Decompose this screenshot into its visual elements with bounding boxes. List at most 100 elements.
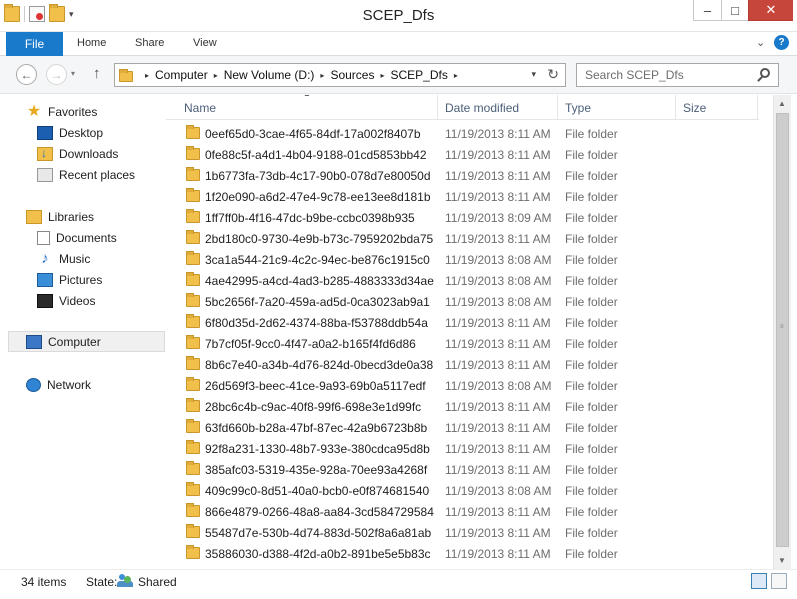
column-header-date-modified[interactable]: Date modified bbox=[438, 95, 558, 120]
vertical-scrollbar[interactable]: ▲ ≡ ▼ bbox=[773, 95, 791, 569]
address-bar[interactable]: ▸ Computer ▸ New Volume (D:) ▸ Sources ▸… bbox=[114, 63, 566, 87]
folder-icon bbox=[186, 461, 200, 475]
file-type: File folder bbox=[565, 547, 618, 561]
breadcrumb-separator[interactable]: ▸ bbox=[145, 71, 149, 80]
breadcrumb-separator[interactable]: ▸ bbox=[320, 71, 324, 80]
breadcrumb-sources[interactable]: Sources bbox=[330, 68, 374, 82]
tab-view[interactable]: View bbox=[193, 37, 217, 49]
maximize-button[interactable]: □ bbox=[721, 0, 748, 21]
table-row[interactable]: 3ca1a544-21c9-4c2c-94ec-be876c1915c0 11/1… bbox=[166, 249, 759, 270]
folder-icon bbox=[186, 503, 200, 517]
file-name: 26d569f3-beec-41ce-9a93-69b0a5117edf bbox=[205, 379, 426, 393]
tab-home[interactable]: Home bbox=[77, 37, 106, 49]
file-date-modified: 11/19/2013 8:11 AM bbox=[445, 127, 551, 141]
desktop-icon bbox=[37, 125, 53, 140]
table-row[interactable]: 63fd660b-b28a-47bf-87ec-42a9b6723b8b 11/1… bbox=[166, 417, 759, 438]
table-row[interactable]: 55487d7e-530b-4d74-883d-502f8a6a81ab 11/1… bbox=[166, 522, 759, 543]
nav-computer[interactable]: Computer bbox=[8, 331, 165, 352]
table-row[interactable]: 4ae42995-a4cd-4ad3-b285-4883333d34ae 11/1… bbox=[166, 270, 759, 291]
table-row[interactable]: 0fe88c5f-a4d1-4b04-9188-01cd5853bb42 11/1… bbox=[166, 144, 759, 165]
table-row[interactable]: 7b7cf05f-9cc0-4f47-a0a2-b165f4fd6d86 11/1… bbox=[166, 333, 759, 354]
table-row[interactable]: 1ff7ff0b-4f16-47dc-b9be-ccbc0398b935 11/1… bbox=[166, 207, 759, 228]
breadcrumb-new-volume[interactable]: New Volume (D:) bbox=[224, 68, 315, 82]
close-button[interactable]: ✕ bbox=[748, 0, 793, 21]
scroll-up-icon[interactable]: ▲ bbox=[778, 99, 786, 108]
expand-ribbon-icon[interactable]: ⌄ bbox=[756, 36, 765, 49]
table-row[interactable]: 28bc6c4b-c9ac-40f8-99f6-698e3e1d99fc 11/1… bbox=[166, 396, 759, 417]
table-row[interactable]: 1f20e090-a6d2-47e4-9c78-ee13ee8d181b 11/1… bbox=[166, 186, 759, 207]
nav-favorites[interactable]: ★ Favorites bbox=[26, 101, 98, 122]
folder-icon bbox=[186, 146, 200, 160]
file-type: File folder bbox=[565, 442, 618, 456]
table-row[interactable]: 866e4879-0266-48a8-aa84-3cd584729584 11/1… bbox=[166, 501, 759, 522]
search-box[interactable] bbox=[576, 63, 779, 87]
file-name: 5bc2656f-7a20-459a-ad5d-0ca3023ab9a1 bbox=[205, 295, 430, 309]
table-row[interactable]: 5bc2656f-7a20-459a-ad5d-0ca3023ab9a1 11/1… bbox=[166, 291, 759, 312]
file-name: 385afc03-5319-435e-928a-70ee93a4268f bbox=[205, 463, 428, 477]
nav-music[interactable]: ♪ Music bbox=[37, 248, 90, 269]
folder-icon bbox=[186, 545, 200, 559]
search-icon[interactable] bbox=[760, 68, 770, 78]
folder-icon bbox=[186, 293, 200, 307]
breadcrumb-computer[interactable]: Computer bbox=[155, 68, 208, 82]
table-row[interactable]: 385afc03-5319-435e-928a-70ee93a4268f 11/1… bbox=[166, 459, 759, 480]
refresh-icon[interactable]: ↻ bbox=[547, 66, 559, 83]
recent-locations-icon[interactable]: ▾ bbox=[71, 69, 75, 78]
file-date-modified: 11/19/2013 8:11 AM bbox=[445, 169, 551, 183]
back-button[interactable]: ← bbox=[16, 64, 37, 85]
nav-desktop[interactable]: Desktop bbox=[37, 122, 103, 143]
file-type: File folder bbox=[565, 337, 618, 351]
folder-icon bbox=[186, 167, 200, 181]
breadcrumb-separator[interactable]: ▸ bbox=[214, 71, 218, 80]
tab-file[interactable]: File bbox=[6, 32, 63, 56]
file-name: 1f20e090-a6d2-47e4-9c78-ee13ee8d181b bbox=[205, 190, 431, 204]
table-row[interactable]: 92f8a231-1330-48b7-933e-380cdca95d8b 11/1… bbox=[166, 438, 759, 459]
file-date-modified: 11/19/2013 8:11 AM bbox=[445, 442, 551, 456]
file-date-modified: 11/19/2013 8:11 AM bbox=[445, 463, 551, 477]
address-dropdown-icon[interactable]: ▾ bbox=[531, 69, 536, 80]
navigation-bar: ← → ▾ ↑ ▸ Computer ▸ New Volume (D:) ▸ S… bbox=[0, 56, 797, 94]
breadcrumb-scep-dfs[interactable]: SCEP_Dfs bbox=[390, 68, 447, 82]
file-list: ▲ Name Date modified Type Size 0eef65d0-… bbox=[166, 95, 773, 569]
nav-recent-places[interactable]: Recent places bbox=[37, 164, 135, 185]
nav-libraries[interactable]: Libraries bbox=[26, 206, 94, 227]
file-name: 1ff7ff0b-4f16-47dc-b9be-ccbc0398b935 bbox=[205, 211, 415, 225]
tab-share[interactable]: Share bbox=[135, 37, 164, 49]
details-view-button[interactable] bbox=[751, 573, 767, 589]
table-row[interactable]: 1b6773fa-73db-4c17-90b0-078d7e80050d 11/1… bbox=[166, 165, 759, 186]
table-row[interactable]: 409c99c0-8d51-40a0-bcb0-e0f874681540 11/1… bbox=[166, 480, 759, 501]
table-row[interactable]: 26d569f3-beec-41ce-9a93-69b0a5117edf 11/1… bbox=[166, 375, 759, 396]
up-button[interactable]: ↑ bbox=[93, 65, 101, 82]
file-date-modified: 11/19/2013 8:11 AM bbox=[445, 316, 551, 330]
folder-icon bbox=[186, 230, 200, 244]
nav-network[interactable]: Network bbox=[26, 374, 91, 395]
file-date-modified: 11/19/2013 8:11 AM bbox=[445, 337, 551, 351]
file-name: 409c99c0-8d51-40a0-bcb0-e0f874681540 bbox=[205, 484, 430, 498]
table-row[interactable]: 6f80d35d-2d62-4374-88ba-f53788ddb54a 11/1… bbox=[166, 312, 759, 333]
file-type: File folder bbox=[565, 463, 618, 477]
nav-pictures[interactable]: Pictures bbox=[37, 269, 102, 290]
table-row[interactable]: 35886030-d388-4f2d-a0b2-891be5e5b83c 11/1… bbox=[166, 543, 759, 564]
help-icon[interactable]: ? bbox=[774, 35, 789, 50]
file-date-modified: 11/19/2013 8:11 AM bbox=[445, 148, 551, 162]
large-icons-view-button[interactable] bbox=[771, 573, 787, 589]
recent-places-icon bbox=[37, 167, 53, 182]
column-header-size[interactable]: Size bbox=[676, 95, 758, 120]
table-row[interactable]: 2bd180c0-9730-4e9b-b73c-7959202bda75 11/1… bbox=[166, 228, 759, 249]
file-date-modified: 11/19/2013 8:11 AM bbox=[445, 547, 551, 561]
table-row[interactable]: 8b6c7e40-a34b-4d76-824d-0becd3de0a38 11/1… bbox=[166, 354, 759, 375]
nav-documents[interactable]: Documents bbox=[37, 227, 117, 248]
breadcrumb-separator[interactable]: ▸ bbox=[380, 71, 384, 80]
column-header-type[interactable]: Type bbox=[558, 95, 676, 120]
scroll-thumb[interactable]: ≡ bbox=[776, 113, 789, 547]
forward-button[interactable]: → bbox=[46, 64, 67, 85]
breadcrumb-separator[interactable]: ▸ bbox=[454, 71, 458, 80]
column-header-name[interactable]: Name bbox=[177, 95, 438, 120]
search-input[interactable] bbox=[585, 65, 755, 85]
star-icon: ★ bbox=[26, 102, 42, 120]
nav-downloads[interactable]: Downloads bbox=[37, 143, 118, 164]
table-row[interactable]: 0eef65d0-3cae-4f65-84df-17a002f8407b 11/1… bbox=[166, 123, 759, 144]
scroll-down-icon[interactable]: ▼ bbox=[778, 556, 786, 565]
minimize-button[interactable]: – bbox=[693, 0, 721, 21]
nav-videos[interactable]: Videos bbox=[37, 290, 95, 311]
